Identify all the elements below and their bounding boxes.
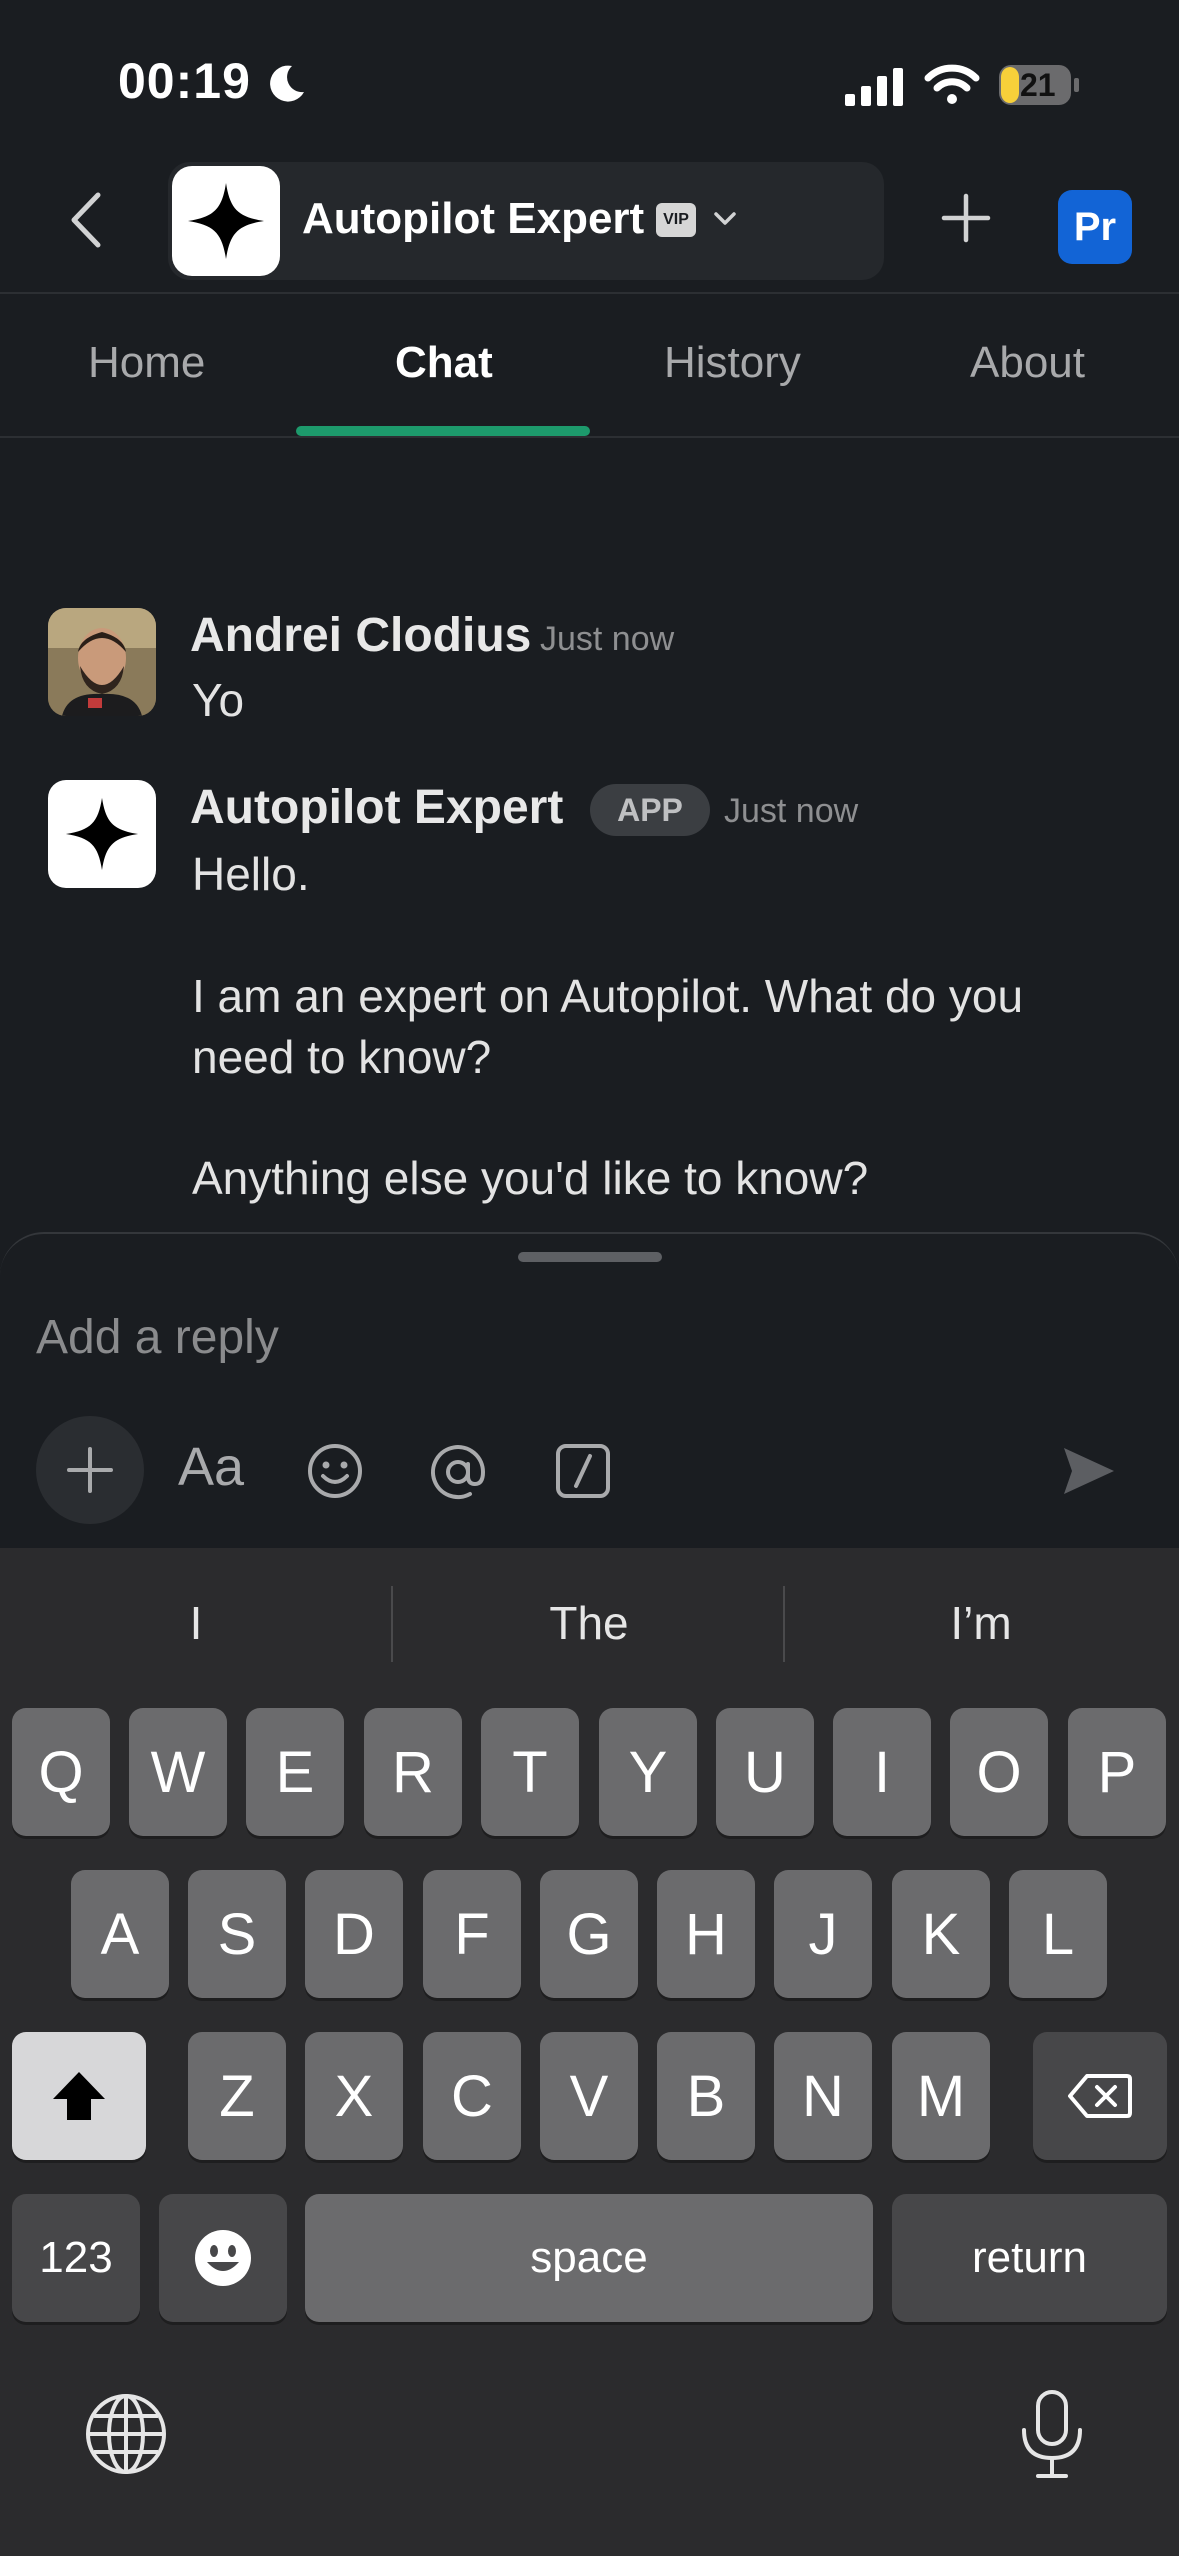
active-tab-indicator bbox=[296, 426, 590, 436]
status-time: 00:19 bbox=[118, 53, 251, 109]
key-c[interactable]: C bbox=[423, 2032, 521, 2160]
key-a[interactable]: A bbox=[71, 1870, 169, 1998]
space-key[interactable]: space bbox=[305, 2194, 873, 2322]
send-icon[interactable] bbox=[1060, 1442, 1118, 1500]
chevron-left-icon bbox=[71, 192, 101, 248]
plus-icon bbox=[67, 1447, 113, 1493]
vip-badge: VIP bbox=[656, 203, 696, 237]
format-text-button[interactable]: Aa bbox=[178, 1436, 244, 1498]
tab-history[interactable]: History bbox=[664, 338, 801, 388]
key-g[interactable]: G bbox=[540, 1870, 638, 1998]
suggestion-2[interactable]: The bbox=[393, 1596, 785, 1650]
suggestion-1[interactable]: I bbox=[0, 1596, 392, 1650]
key-r[interactable]: R bbox=[364, 1708, 462, 1836]
emoji-keyboard-key[interactable] bbox=[159, 2194, 287, 2322]
shift-arrow-icon bbox=[53, 2072, 105, 2120]
header-divider bbox=[0, 292, 1179, 294]
sparkle-star-icon bbox=[65, 797, 139, 871]
tab-home[interactable]: Home bbox=[88, 338, 205, 388]
message-line: Hello. bbox=[192, 848, 310, 900]
key-w[interactable]: W bbox=[129, 1708, 227, 1836]
message-line: I am an expert on Autopilot. What do you bbox=[192, 970, 1024, 1022]
suggestion-3[interactable]: I’m bbox=[785, 1596, 1177, 1650]
app-avatar[interactable] bbox=[48, 780, 156, 888]
return-key[interactable]: return bbox=[892, 2194, 1167, 2322]
message-timestamp: Just now bbox=[540, 620, 675, 658]
key-n[interactable]: N bbox=[774, 2032, 872, 2160]
avatar[interactable] bbox=[48, 608, 156, 716]
key-z[interactable]: Z bbox=[188, 2032, 286, 2160]
key-o[interactable]: O bbox=[950, 1708, 1048, 1836]
backspace-icon bbox=[1068, 2074, 1132, 2118]
shift-key[interactable] bbox=[12, 2032, 146, 2160]
key-i[interactable]: I bbox=[833, 1708, 931, 1836]
numbers-key[interactable]: 123 bbox=[12, 2194, 140, 2322]
key-x[interactable]: X bbox=[305, 2032, 403, 2160]
app-logo bbox=[172, 166, 280, 276]
message-sender[interactable]: Autopilot Expert bbox=[190, 780, 563, 835]
key-j[interactable]: J bbox=[774, 1870, 872, 1998]
mention-icon[interactable] bbox=[428, 1442, 488, 1502]
backspace-key[interactable] bbox=[1033, 2032, 1167, 2160]
key-f[interactable]: F bbox=[423, 1870, 521, 1998]
key-p[interactable]: P bbox=[1068, 1708, 1166, 1836]
wifi-icon bbox=[924, 64, 980, 104]
back-button[interactable] bbox=[58, 180, 112, 260]
reply-input[interactable] bbox=[36, 1302, 1136, 1372]
tab-about[interactable]: About bbox=[970, 338, 1085, 388]
emoji-icon[interactable] bbox=[306, 1442, 364, 1500]
chevron-down-icon[interactable] bbox=[712, 206, 738, 232]
slash-command-icon[interactable] bbox=[554, 1442, 612, 1500]
channel-title[interactable]: Autopilot Expert bbox=[302, 194, 644, 244]
message-timestamp: Just now bbox=[724, 792, 859, 830]
key-b[interactable]: B bbox=[657, 2032, 755, 2160]
key-k[interactable]: K bbox=[892, 1870, 990, 1998]
key-d[interactable]: D bbox=[305, 1870, 403, 1998]
globe-icon[interactable] bbox=[84, 2392, 168, 2476]
key-l[interactable]: L bbox=[1009, 1870, 1107, 1998]
key-q[interactable]: Q bbox=[12, 1708, 110, 1836]
composer-drag-handle[interactable] bbox=[518, 1252, 662, 1262]
message-composer bbox=[0, 1232, 1179, 1548]
key-m[interactable]: M bbox=[892, 2032, 990, 2160]
key-y[interactable]: Y bbox=[599, 1708, 697, 1836]
message-text: Yo bbox=[192, 674, 245, 726]
key-u[interactable]: U bbox=[716, 1708, 814, 1836]
user-photo bbox=[48, 608, 156, 716]
battery-indicator: 21 bbox=[998, 64, 1080, 106]
message-line: Anything else you'd like to know? bbox=[192, 1152, 869, 1204]
key-t[interactable]: T bbox=[481, 1708, 579, 1836]
battery-level: 21 bbox=[1020, 67, 1056, 103]
key-v[interactable]: V bbox=[540, 2032, 638, 2160]
add-icon[interactable] bbox=[938, 190, 994, 246]
key-s[interactable]: S bbox=[188, 1870, 286, 1998]
tabs-divider bbox=[0, 436, 1179, 438]
workspace-switcher-button[interactable]: Pr bbox=[1058, 190, 1132, 264]
message-line: need to know? bbox=[192, 1031, 492, 1083]
moon-icon bbox=[270, 65, 304, 102]
emoji-icon bbox=[195, 2230, 251, 2286]
message-sender[interactable]: Andrei Clodius bbox=[190, 608, 531, 663]
sparkle-star-icon bbox=[188, 183, 264, 259]
key-h[interactable]: H bbox=[657, 1870, 755, 1998]
app-badge: APP bbox=[590, 784, 710, 836]
tab-chat[interactable]: Chat bbox=[395, 338, 493, 388]
microphone-icon[interactable] bbox=[1012, 2388, 1092, 2480]
key-e[interactable]: E bbox=[246, 1708, 344, 1836]
cellular-signal-icon bbox=[845, 68, 903, 106]
attach-button[interactable] bbox=[36, 1416, 144, 1524]
